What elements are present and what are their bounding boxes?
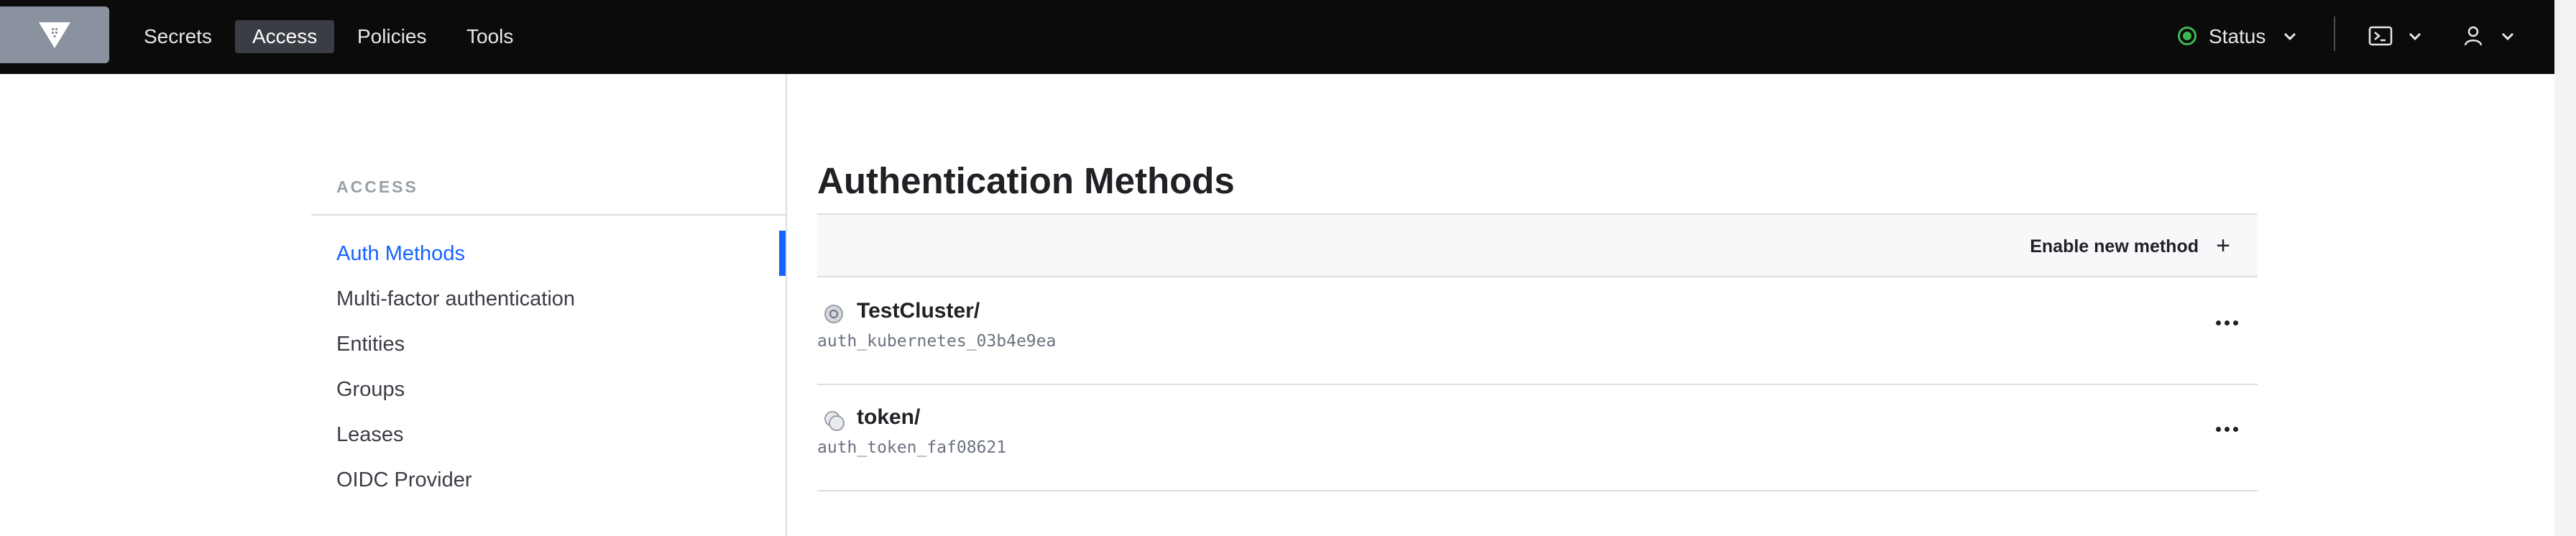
sidebar-border: [786, 74, 787, 536]
console-menu[interactable]: [2368, 22, 2426, 52]
sidebar-item-entities[interactable]: Entities: [336, 330, 405, 359]
chevron-down-icon: [2283, 32, 2296, 41]
sidebar-item-auth-methods[interactable]: Auth Methods: [336, 239, 465, 268]
user-menu[interactable]: [2462, 22, 2519, 52]
auth-method-accessor: auth_kubernetes_03b4e9ea: [817, 332, 1057, 351]
status-menu[interactable]: Status: [2178, 20, 2300, 53]
sidebar-item-groups[interactable]: Groups: [336, 375, 405, 404]
token-icon: [824, 411, 845, 431]
sidebar-item-mfa[interactable]: Multi-factor authentication: [336, 285, 575, 313]
kubernetes-icon: [824, 305, 843, 323]
status-ok-icon: [2178, 27, 2196, 45]
chevron-down-icon: [2501, 32, 2514, 41]
sidebar-item-oidc-provider[interactable]: OIDC Provider: [336, 466, 472, 494]
sidebar-heading: ACCESS: [336, 177, 418, 196]
auth-method-path[interactable]: TestCluster/: [857, 299, 980, 323]
nav-access[interactable]: Access: [235, 20, 335, 53]
sidebar-active-indicator: [779, 231, 786, 276]
status-label: Status: [2209, 25, 2266, 47]
terminal-icon: [2368, 26, 2393, 46]
vault-logo-icon: [39, 22, 70, 48]
page-scrollbar-gutter: [2554, 0, 2576, 536]
auth-method-path[interactable]: token/: [857, 405, 920, 430]
enable-new-method-button[interactable]: Enable new method +: [2030, 234, 2230, 259]
enable-new-method-label: Enable new method: [2030, 236, 2199, 257]
more-actions-button[interactable]: [2213, 312, 2242, 333]
toolbar: Enable new method +: [817, 213, 2258, 277]
page-title: Authentication Methods: [817, 160, 1235, 201]
list-item[interactable]: TestCluster/ auth_kubernetes_03b4e9ea: [817, 279, 2258, 385]
top-navbar: Secrets Access Policies Tools Status: [0, 0, 2554, 74]
nav-secrets[interactable]: Secrets: [126, 20, 229, 53]
nav-divider: [2334, 17, 2335, 51]
user-icon: [2464, 26, 2483, 46]
plus-icon: +: [2216, 232, 2230, 259]
sidebar-item-leases[interactable]: Leases: [336, 420, 404, 449]
more-actions-button[interactable]: [2213, 418, 2242, 440]
auth-method-accessor: auth_token_faf08621: [817, 438, 1007, 457]
chevron-down-icon: [2409, 32, 2421, 41]
vault-logo-link[interactable]: [0, 6, 109, 63]
sidebar-divider: [311, 214, 786, 216]
nav-policies[interactable]: Policies: [340, 20, 443, 53]
list-item[interactable]: token/ auth_token_faf08621: [817, 385, 2258, 491]
nav-tools[interactable]: Tools: [449, 20, 530, 53]
